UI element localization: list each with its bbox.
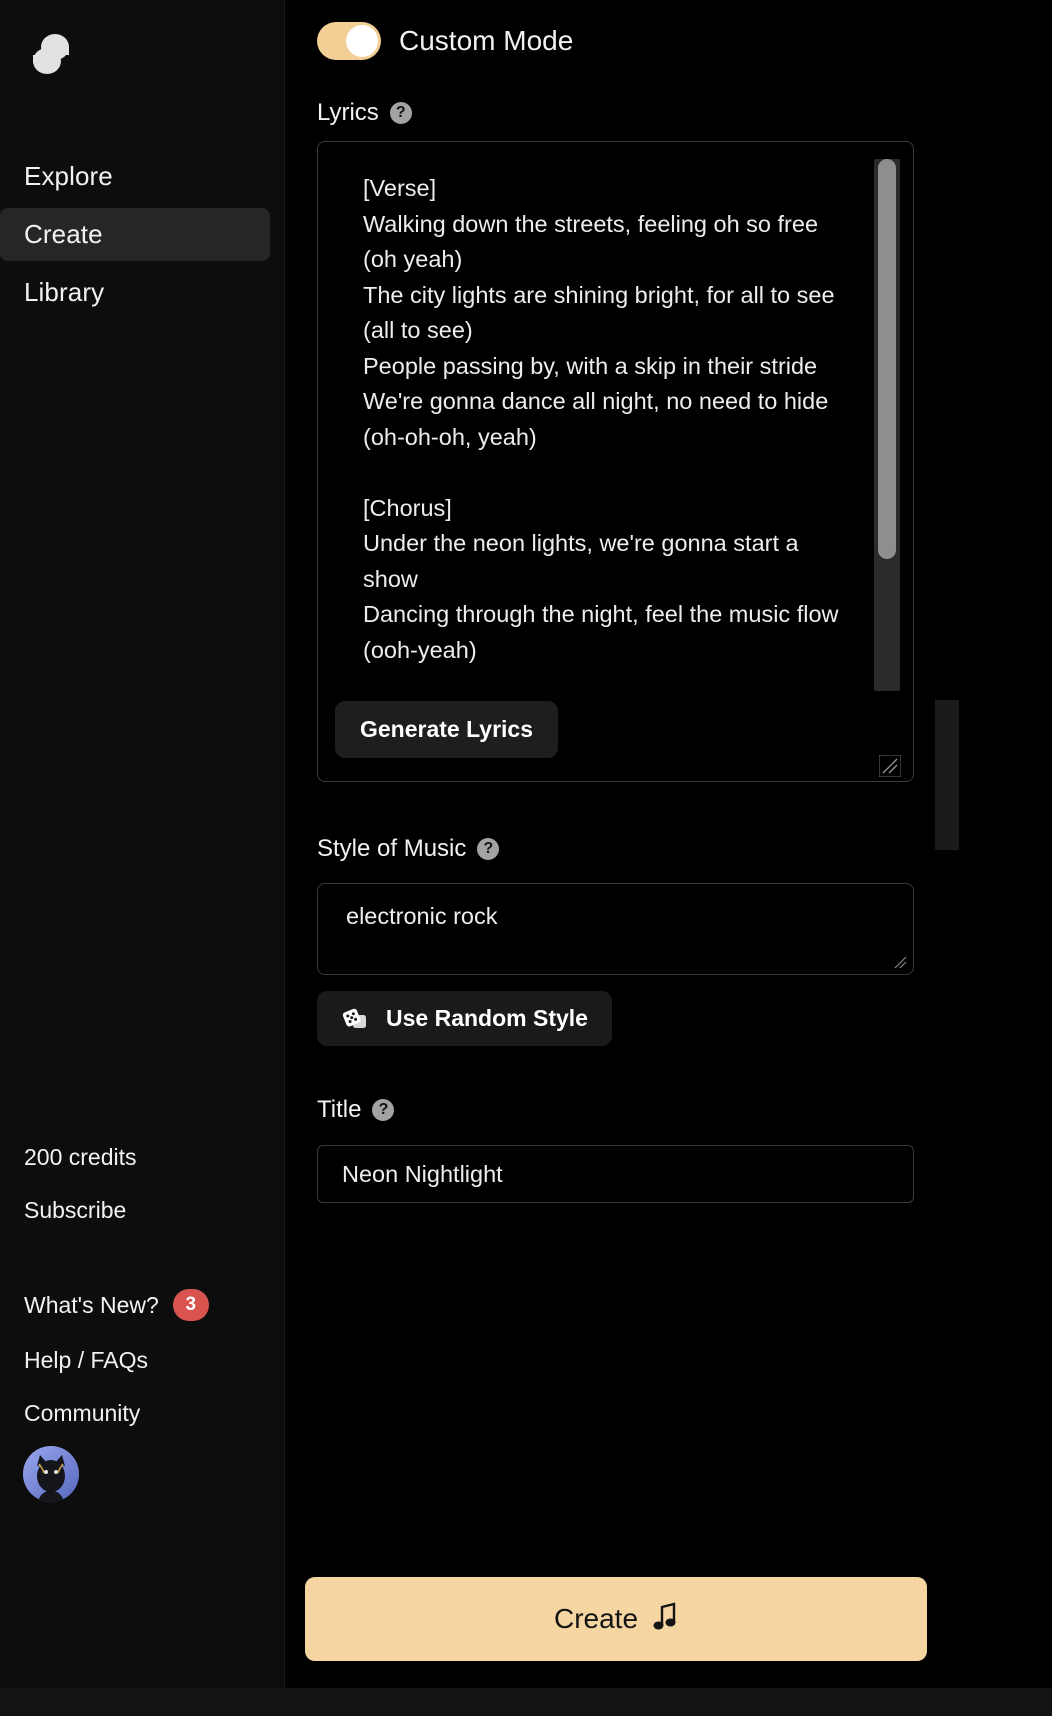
title-input[interactable]: Neon Nightlight [317,1145,914,1203]
avatar-cat-icon [23,1446,79,1502]
help-row[interactable]: Help / FAQs [0,1340,285,1380]
sidebar-item-create[interactable]: Create [0,208,270,261]
avatar[interactable] [23,1446,79,1502]
style-of-music-label: Style of Music [317,835,467,862]
subscribe-link[interactable]: Subscribe [0,1190,285,1230]
resize-handle-icon[interactable] [892,954,908,970]
credits-label: 200 credits [24,1143,137,1170]
style-of-music-input[interactable]: electronic rock [317,883,914,975]
toggle-knob [346,25,378,57]
generate-lyrics-button[interactable]: Generate Lyrics [335,701,559,758]
community-row[interactable]: Community [0,1393,285,1433]
credits-row: 200 credits [0,1137,285,1177]
resize-handle-icon[interactable] [879,755,901,777]
sidebar-item-explore[interactable]: Explore [0,150,270,203]
sidebar-nav: Explore Create Library [0,150,285,324]
sidebar-item-library[interactable]: Library [0,266,270,319]
suno-logo[interactable] [22,25,80,83]
lyrics-scrollbar-track[interactable] [874,159,900,691]
sidebar-item-label: Create [24,219,103,249]
custom-mode-toggle[interactable] [317,22,381,60]
help-icon[interactable]: ? [477,838,500,860]
bottom-bar [0,1688,1052,1716]
help-faqs-link[interactable]: Help / FAQs [0,1340,285,1380]
suno-logo-icon [33,34,69,74]
lyrics-label: Lyrics [317,99,379,126]
use-random-style-button[interactable]: Use Random Style [317,991,612,1046]
title-value: Neon Nightlight [342,1161,503,1187]
use-random-style-label: Use Random Style [386,1005,588,1031]
sidebar-item-label: Explore [24,161,113,191]
subscribe-row[interactable]: Subscribe [0,1190,285,1230]
title-label-row: Title ? [317,1096,395,1124]
title-label: Title [317,1096,362,1123]
lyrics-scrollbar-thumb[interactable] [878,159,896,559]
suno-create-page: Explore Create Library 200 credits Subsc… [0,0,1052,1716]
right-pane [935,0,1052,1716]
create-panel: Custom Mode Lyrics ? [Verse] Walking dow… [285,0,935,1716]
help-icon[interactable]: ? [389,102,412,124]
music-note-icon [652,1601,678,1638]
lyrics-text: [Verse] Walking down the streets, feelin… [363,175,839,663]
whats-new-row[interactable]: What's New? 3 [0,1285,285,1325]
lyrics-field-container: [Verse] Walking down the streets, feelin… [317,141,914,782]
whats-new-label: What's New? [24,1291,159,1318]
whats-new-badge: 3 [172,1289,209,1321]
right-panel-sliver [935,700,959,850]
community-link[interactable]: Community [0,1393,285,1433]
create-button-label: Create [553,1603,639,1634]
lyrics-input[interactable]: [Verse] Walking down the streets, feelin… [346,161,913,711]
lyrics-label-row: Lyrics ? [317,99,412,127]
whats-new-link[interactable]: What's New? 3 [0,1285,285,1325]
dice-icon [341,1006,371,1032]
help-icon[interactable]: ? [372,1099,395,1121]
custom-mode-label: Custom Mode [399,25,574,56]
sidebar: Explore Create Library 200 credits Subsc… [0,0,285,1716]
create-button[interactable]: Create [305,1577,927,1661]
style-label-row: Style of Music ? [317,835,500,863]
style-of-music-value: electronic rock [346,903,498,929]
sidebar-item-label: Library [24,277,105,307]
custom-mode-row[interactable]: Custom Mode [317,22,573,60]
